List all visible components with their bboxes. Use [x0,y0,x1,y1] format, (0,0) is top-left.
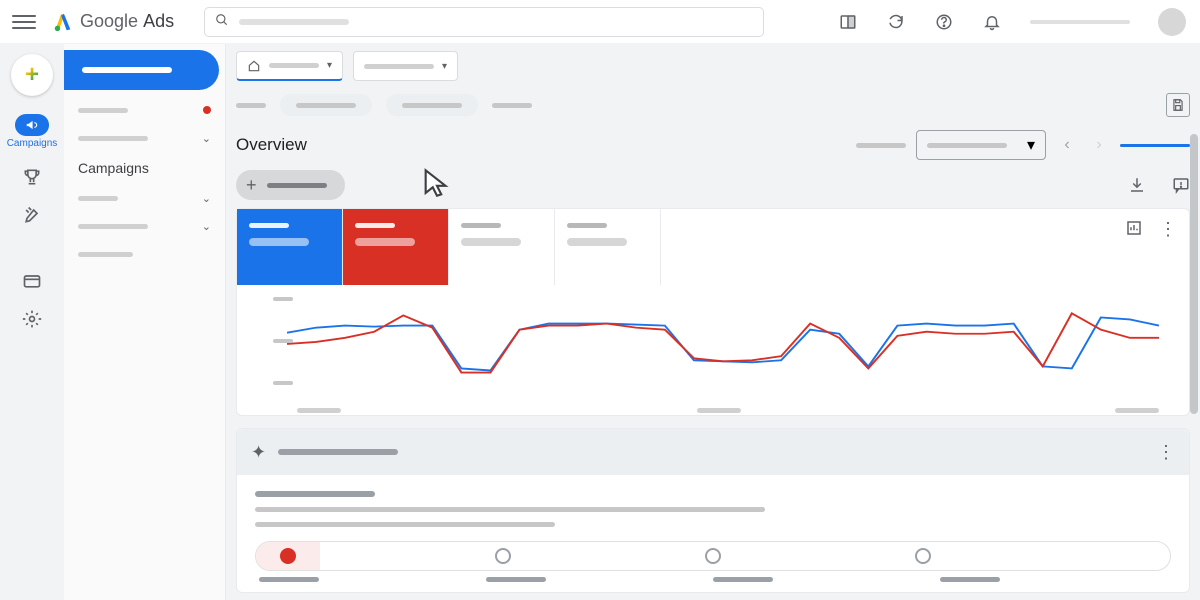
top-bar: Google Ads [0,0,1200,44]
left-panel: ⌄ Campaigns ⌄ ⌄ [64,44,226,600]
rail-tools[interactable] [4,205,60,225]
insight-header: ✦ ⋮ [237,429,1189,475]
sparkle-icon: ✦ [251,442,266,463]
overview-chart [237,285,1189,415]
rail-campaigns[interactable]: Campaigns [4,114,60,149]
scope-select[interactable]: ▾ [236,51,343,81]
rail-campaigns-label: Campaigns [7,138,58,149]
plus-icon: + [246,175,257,196]
progress-step [705,548,721,564]
brand-text: Google Ads [80,11,174,32]
insight-title [255,491,375,497]
plus-icon: + [25,61,39,89]
expand-chart-icon[interactable] [1125,219,1143,237]
avatar[interactable] [1158,8,1186,36]
chip-bar [226,88,1200,122]
search-placeholder [239,19,349,25]
ads-logo-icon [52,11,74,33]
main-content: ▾ ▾ Overview ▾ ‹ › + [226,44,1200,600]
progress-step [495,548,511,564]
account-label[interactable] [1030,20,1130,24]
appearance-icon[interactable] [838,12,858,32]
panel-item[interactable]: ⌄ [64,124,225,152]
metric-tabs: ⋮ [237,209,1189,285]
home-icon [247,59,261,73]
chevron-down-icon: ⌄ [202,220,211,233]
left-rail: + Campaigns [0,44,64,600]
more-icon[interactable]: ⋮ [1157,442,1175,463]
panel-item[interactable]: ⌄ [64,184,225,212]
page-title: Overview [236,135,307,155]
metric-tab[interactable] [343,209,449,285]
panel-section-title: Campaigns [64,152,225,184]
card-icon [22,271,42,291]
caret-down-icon: ▾ [327,60,332,71]
panel-item[interactable]: ⌄ [64,212,225,240]
rail-billing[interactable] [4,271,60,291]
search-icon [215,13,229,30]
download-icon[interactable] [1128,176,1146,194]
chevron-down-icon: ⌄ [202,132,211,145]
megaphone-icon [15,114,49,136]
gear-icon [22,309,42,329]
more-icon[interactable]: ⋮ [1159,219,1177,240]
feedback-icon[interactable] [1172,176,1190,194]
progress-labels [255,577,1171,582]
notifications-icon[interactable] [982,12,1002,32]
caret-down-icon: ▾ [442,61,447,72]
panel-item[interactable] [64,96,225,124]
refresh-icon[interactable] [886,12,906,32]
panel-active-item[interactable] [64,50,219,90]
chip-label [492,103,532,108]
menu-icon[interactable] [12,10,36,34]
compare-indicator [1120,144,1190,147]
rail-goals[interactable] [4,167,60,187]
progress-step [915,548,931,564]
progress-track[interactable] [255,541,1171,571]
panel-item[interactable] [64,240,225,268]
date-range-select[interactable]: ▾ [916,130,1046,160]
help-icon[interactable] [934,12,954,32]
progress-step-active [280,548,296,564]
filter-chip[interactable] [280,94,372,116]
insight-text [255,522,555,527]
next-button[interactable]: › [1088,134,1110,156]
filter-select[interactable]: ▾ [353,51,458,81]
create-button[interactable]: + [11,54,53,96]
rail-admin[interactable] [4,309,60,329]
save-view-icon[interactable] [1166,93,1190,117]
filter-bar: ▾ ▾ [226,44,1200,88]
metric-tab[interactable] [237,209,343,285]
date-label [856,143,906,148]
search-input[interactable] [204,7,764,37]
filter-chip[interactable] [386,94,478,116]
page-header: Overview ▾ ‹ › [226,122,1200,162]
caret-down-icon: ▾ [1027,135,1035,155]
overview-chart-card: ⋮ [236,208,1190,416]
trophy-icon [22,167,42,187]
scrollbar[interactable] [1190,134,1198,414]
tools-icon [22,205,42,225]
action-row: + [226,162,1200,208]
alert-dot-icon [203,106,211,114]
add-button[interactable]: + [236,170,345,200]
brand-logo[interactable]: Google Ads [52,11,174,33]
chevron-down-icon: ⌄ [202,192,211,205]
prev-button[interactable]: ‹ [1056,134,1078,156]
chip-label [236,103,266,108]
metric-tab[interactable] [449,209,555,285]
insight-text [255,507,765,512]
insight-card: ✦ ⋮ [236,428,1190,593]
metric-tab[interactable] [555,209,661,285]
